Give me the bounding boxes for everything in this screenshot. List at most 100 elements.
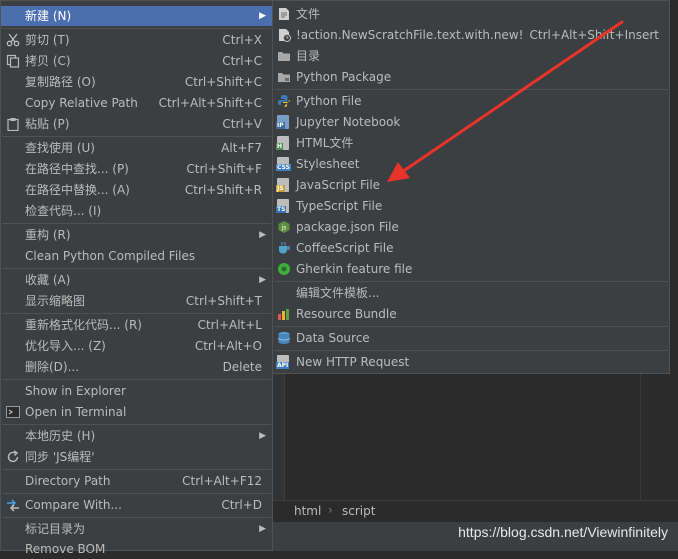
menu-item-label: Remove BOM [25,542,106,556]
menu-item-label: 在路径中替换... (A) [25,183,130,197]
breadcrumb-item-html[interactable]: html [294,504,321,518]
submenu-item-package-json[interactable]: js package.json File [273,217,669,237]
package-icon [277,70,291,84]
menu-item-compare-with[interactable]: Compare With... Ctrl+D [1,495,272,515]
menu-item-label: 在路径中查找... (P) [25,162,129,176]
menu-item-favorites[interactable]: 收藏 (A) ▶ [1,270,272,290]
menu-item-label: 编辑文件模板... [296,286,380,300]
menu-item-open-in-terminal[interactable]: Open in Terminal [1,402,272,422]
terminal-icon [6,405,20,419]
menu-item-copy-relative-path[interactable]: Copy Relative Path Ctrl+Alt+Shift+C [1,93,272,113]
menu-separator [2,469,271,470]
menu-item-clean-python-compiled[interactable]: Clean Python Compiled Files [1,246,272,266]
menu-separator [2,517,271,518]
menu-separator [2,424,271,425]
submenu-item-python-package[interactable]: Python Package [273,67,669,87]
menu-item-inspect-code[interactable]: 检查代码... (I) [1,201,272,221]
submenu-item-directory[interactable]: 目录 [273,46,669,66]
submenu-item-html-file[interactable]: H HTML文件 [273,133,669,153]
scissors-icon [6,33,20,47]
submenu-item-data-source[interactable]: Data Source [273,328,669,348]
submenu-item-typescript-file[interactable]: TS TypeScript File [273,196,669,216]
menu-item-label: Open in Terminal [25,405,127,419]
menu-item-refactor[interactable]: 重构 (R) ▶ [1,225,272,245]
menu-item-label: Show in Explorer [25,384,126,398]
paste-icon [6,117,20,132]
menu-item-label: 本地历史 (H) [25,429,96,443]
menu-item-paste[interactable]: 粘贴 (P) Ctrl+V [1,114,272,134]
submenu-item-stylesheet[interactable]: CSS Stylesheet [273,154,669,174]
sync-icon [6,450,20,464]
menu-item-label: New HTTP Request [296,355,410,369]
submenu-item-jupyter-notebook[interactable]: IP Jupyter Notebook [273,112,669,132]
menu-item-shortcut: Ctrl+Alt+F12 [182,474,262,488]
menu-separator [2,313,271,314]
menu-item-find-usages[interactable]: 查找使用 (U) Alt+F7 [1,138,272,158]
submenu-item-file[interactable]: 文件 [273,4,669,24]
submenu-item-resource-bundle[interactable]: Resource Bundle [273,304,669,324]
submenu-item-coffeescript-file[interactable]: CoffeeScript File [273,238,669,258]
menu-item-label: Resource Bundle [296,307,397,321]
menu-item-label: 重构 (R) [25,228,71,242]
menu-separator [2,223,271,224]
menu-item-shortcut: Ctrl+V [222,117,262,131]
menu-item-label: Stylesheet [296,157,360,171]
menu-item-replace-in-path[interactable]: 在路径中替换... (A) Ctrl+Shift+R [1,180,272,200]
menu-separator [274,89,668,90]
submenu-item-new-http-request[interactable]: API New HTTP Request [273,352,669,372]
menu-item-label: 删除(D)... [25,360,80,374]
submenu-item-python-file[interactable]: Python File [273,91,669,111]
menu-item-label: 复制路径 (O) [25,75,96,89]
menu-item-label: !action.NewScratchFile.text.with.new! [296,28,524,42]
menu-item-delete[interactable]: 删除(D)... Delete [1,357,272,377]
copy-icon [6,54,20,68]
menu-item-cut[interactable]: 剪切 (T) Ctrl+X [1,30,272,50]
gherkin-icon [277,262,291,276]
menu-item-show-thumbnails[interactable]: 显示缩略图 Ctrl+Shift+T [1,291,272,311]
menu-item-remove-bom[interactable]: Remove BOM [1,539,272,559]
menu-item-find-in-path[interactable]: 在路径中查找... (P) Ctrl+Shift+F [1,159,272,179]
menu-item-shortcut: Delete [222,360,262,374]
menu-item-show-in-explorer[interactable]: Show in Explorer [1,381,272,401]
menu-separator [274,326,668,327]
breadcrumb: html › script [272,500,678,523]
menu-item-reformat-code[interactable]: 重新格式化代码... (R) Ctrl+Alt+L [1,315,272,335]
html-file-icon: H [276,136,291,150]
jupyter-icon: IP [276,115,291,129]
menu-item-local-history[interactable]: 本地历史 (H) ▶ [1,426,272,446]
breadcrumb-item-script[interactable]: script [342,504,375,518]
python-file-icon [277,94,291,108]
menu-item-directory-path[interactable]: Directory Path Ctrl+Alt+F12 [1,471,272,491]
menu-item-label: 粘贴 (P) [25,117,70,131]
menu-item-label: 标记目录为 [25,522,86,536]
folder-icon [277,49,291,63]
submenu-item-edit-file-templates[interactable]: 编辑文件模板... [273,283,669,303]
submenu-item-gherkin-feature[interactable]: Gherkin feature file [273,259,669,279]
menu-item-copy-path[interactable]: 复制路径 (O) Ctrl+Shift+C [1,72,272,92]
menu-item-synchronize[interactable]: 同步 'JS编程' [1,447,272,467]
new-submenu: 文件 !action.NewScratchFile.text.with.new!… [272,0,670,374]
menu-item-label: 显示缩略图 [25,294,86,308]
ts-file-icon: TS [276,199,291,213]
svg-text:js: js [281,225,287,232]
menu-item-shortcut: Ctrl+Shift+F [186,162,262,176]
database-icon [277,331,291,345]
submenu-item-scratch-file[interactable]: !action.NewScratchFile.text.with.new! Ct… [273,25,669,45]
submenu-item-javascript-file[interactable]: JS JavaScript File [273,175,669,195]
project-context-menu: 新建 (N) ▶ 剪切 (T) Ctrl+X 拷贝 (C) Ctrl+C 复制路… [0,0,273,556]
scratch-file-icon [277,28,291,42]
menu-item-optimize-imports[interactable]: 优化导入... (Z) Ctrl+Alt+O [1,336,272,356]
menu-item-shortcut: Ctrl+X [222,33,262,47]
menu-item-shortcut: Ctrl+Shift+R [184,183,262,197]
menu-item-shortcut: Ctrl+Alt+L [197,318,262,332]
menu-item-label: 检查代码... (I) [25,204,102,218]
menu-item-label: 新建 (N) [25,9,72,23]
menu-item-new[interactable]: 新建 (N) ▶ [1,6,272,26]
menu-item-mark-directory-as[interactable]: 标记目录为 ▶ [1,519,272,539]
menu-item-shortcut: Alt+F7 [221,141,262,155]
breadcrumb-separator: › [328,503,333,517]
menu-item-shortcut: Ctrl+Alt+Shift+Insert [529,28,659,42]
menu-item-label: Directory Path [25,474,111,488]
menu-item-label: Jupyter Notebook [296,115,401,129]
menu-item-copy[interactable]: 拷贝 (C) Ctrl+C [1,51,272,71]
